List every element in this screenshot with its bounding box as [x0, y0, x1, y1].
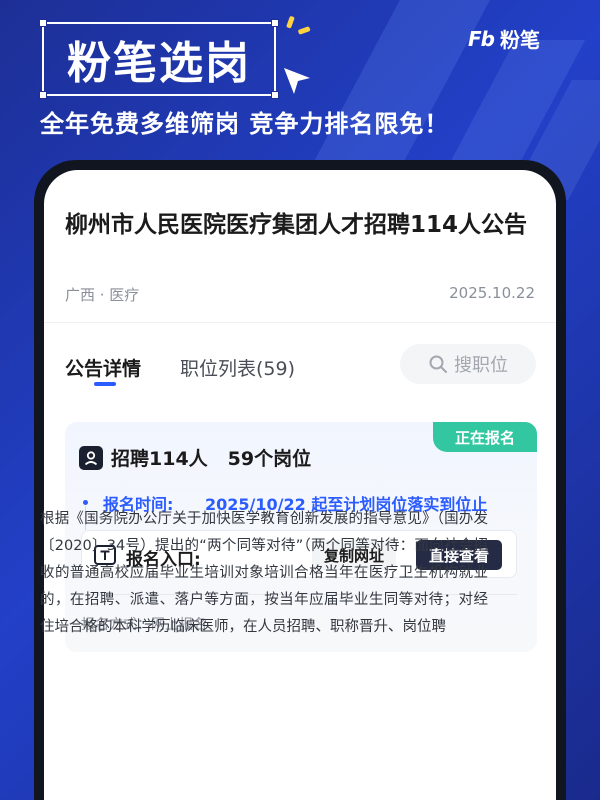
article-date: 2025.10.22 — [449, 284, 535, 302]
phone-frame: 柳州市人民医院医疗集团人才招聘114人公告 广西 · 医疗 2025.10.22… — [34, 160, 566, 800]
status-badge: 正在报名 — [433, 422, 537, 452]
tab-position-list[interactable]: 职位列表(59) — [180, 354, 295, 381]
hero-title: 粉笔选岗 — [67, 38, 251, 89]
search-positions-button[interactable]: 搜职位 — [400, 344, 536, 384]
position-count: 59个岗位 — [227, 448, 312, 470]
cursor-icon — [284, 68, 310, 94]
article-region-category: 广西 · 医疗 — [65, 286, 140, 304]
announcement-body-text: 根据《国务院办公厅关于加快医学教育创新发展的指导意见》（国办发〔2020〕34号… — [40, 511, 488, 635]
tab-announcement-details[interactable]: 公告详情 — [65, 354, 141, 381]
search-label: 搜职位 — [454, 355, 508, 376]
sparkle-icon — [286, 16, 311, 35]
search-icon — [429, 355, 447, 373]
hero-subtitle: 全年免费多维筛岗 竞争力排名限免！ — [40, 110, 450, 138]
phone-screen: 柳州市人民医院医疗集团人才招聘114人公告 广西 · 医疗 2025.10.22… — [44, 170, 556, 800]
hero-title-frame: 粉笔选岗 — [39, 19, 279, 99]
tab-active-indicator — [94, 382, 116, 386]
article-title: 柳州市人民医院医疗集团人才招聘114人公告 — [65, 212, 528, 238]
brand-name: 粉笔 — [499, 28, 540, 52]
id-card-icon — [79, 445, 103, 470]
brand-mark: Fb — [468, 26, 495, 51]
brand-logo: Fb 粉笔 — [468, 24, 540, 53]
recruit-summary: 招聘114人 59个岗位 — [79, 444, 311, 471]
recruit-count: 招聘114人 — [111, 448, 208, 470]
timeline-dot — [83, 500, 88, 505]
divider — [44, 322, 556, 323]
